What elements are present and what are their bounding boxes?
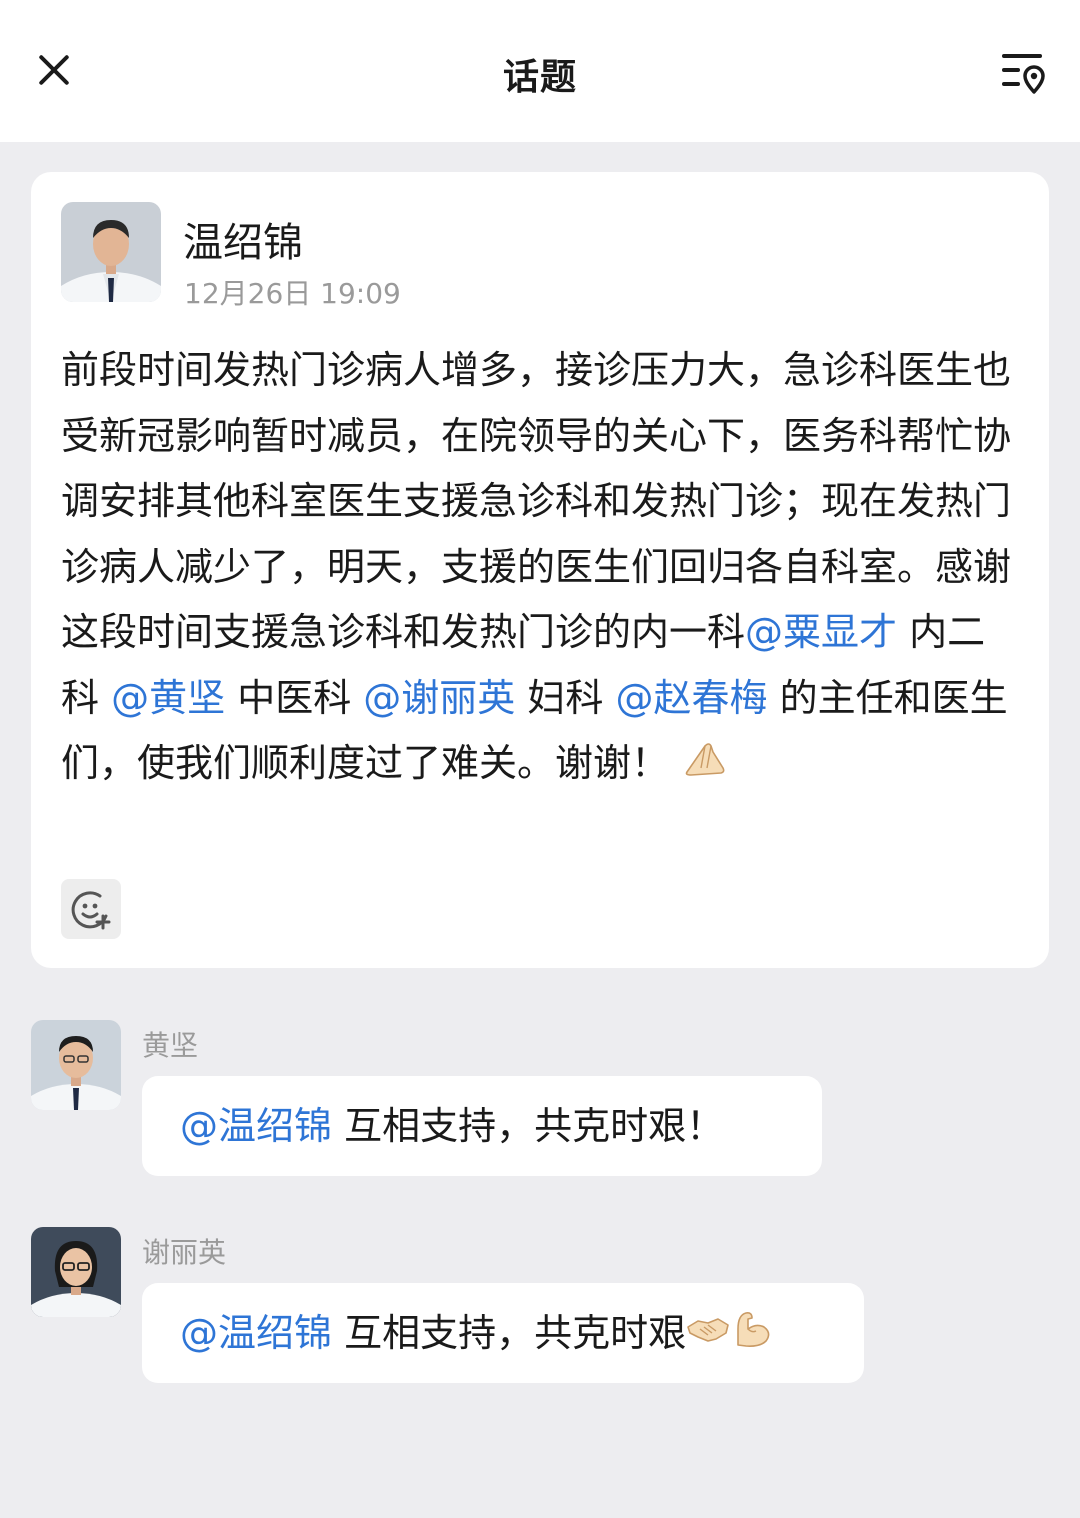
- comment-bubble[interactable]: @温绍锦 互相支持，共克时艰！: [142, 1076, 822, 1176]
- author-avatar[interactable]: [61, 202, 161, 302]
- mention-link[interactable]: @赵春梅: [615, 676, 767, 720]
- add-reaction-icon[interactable]: [61, 879, 121, 939]
- post-text: 前段时间发热门诊病人增多，接诊压力大，急诊科医生也受新冠影响暂时减员，在院领导的…: [61, 348, 1012, 654]
- comment-text: 互相支持，共克时艰！: [332, 1104, 725, 1148]
- mention-link[interactable]: @谢丽英: [363, 676, 515, 720]
- author-name[interactable]: 温绍锦: [183, 210, 303, 268]
- mention-link[interactable]: @黄坚: [111, 676, 225, 720]
- commenter-avatar[interactable]: [31, 1020, 121, 1110]
- post-body: 前段时间发热门诊病人增多，接诊压力大，急诊科医生也受新冠影响暂时减员，在院领导的…: [61, 338, 1021, 798]
- list-location-icon[interactable]: [998, 50, 1050, 94]
- mention-link[interactable]: @温绍锦: [180, 1104, 332, 1148]
- handshake-icon: [686, 1286, 730, 1386]
- topic-post-card: 温绍锦 12月26日 19:09 前段时间发热门诊病人增多，接诊压力大，急诊科医…: [31, 172, 1049, 968]
- page-title: 话题: [502, 57, 577, 98]
- comment-text: 互相支持，共克时艰: [332, 1311, 687, 1355]
- post-text: 妇科: [515, 675, 616, 720]
- commenter-name[interactable]: 谢丽英: [142, 1231, 226, 1271]
- commenter-name[interactable]: 黄坚: [142, 1024, 198, 1064]
- flexed-biceps-icon: [730, 1286, 774, 1386]
- post-timestamp: 12月26日 19:09: [184, 277, 401, 310]
- mention-link[interactable]: @粟显才: [745, 610, 897, 654]
- praying-hands-icon: [683, 733, 727, 799]
- post-text: 中医科: [225, 675, 364, 720]
- top-bar: 话题: [0, 0, 1080, 142]
- mention-link[interactable]: @温绍锦: [180, 1311, 332, 1355]
- commenter-avatar[interactable]: [31, 1227, 121, 1317]
- comment-bubble[interactable]: @温绍锦 互相支持，共克时艰: [142, 1283, 864, 1383]
